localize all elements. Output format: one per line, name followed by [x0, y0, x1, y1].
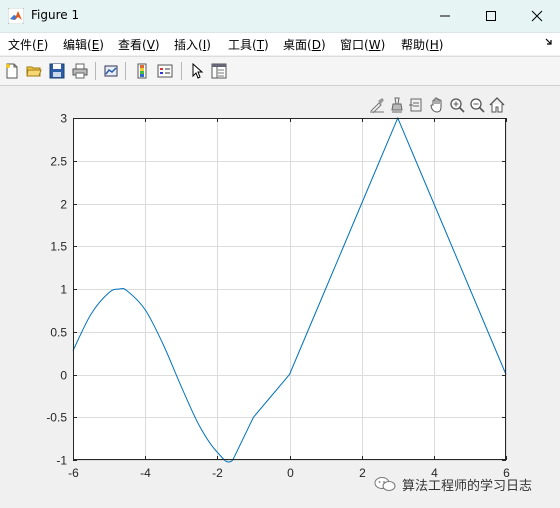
pan-button[interactable] — [428, 96, 446, 114]
y-tick-label: -1 — [56, 454, 67, 468]
save-axes-button[interactable] — [407, 96, 425, 114]
data-tips-button[interactable] — [388, 96, 406, 114]
y-tick-label: 1 — [60, 283, 67, 297]
brush-icon — [370, 98, 384, 113]
hand-pan-icon — [430, 97, 442, 113]
y-tick-label: 2.5 — [50, 155, 67, 169]
zoom-in-icon — [450, 98, 465, 113]
home-icon — [489, 97, 505, 113]
zoom-out-icon — [470, 98, 485, 113]
restore-view-button[interactable] — [488, 96, 506, 114]
y-tick-label: 2 — [60, 198, 67, 212]
brush-data-button[interactable] — [368, 96, 386, 114]
watermark: 算法工程师的学习日志 — [374, 474, 532, 494]
zoom-in-button[interactable] — [448, 96, 466, 114]
y-tick-label: 3 — [60, 112, 67, 126]
x-tick-label: 2 — [359, 466, 366, 480]
x-tick-label: 0 — [287, 466, 294, 480]
wechat-icon — [374, 477, 396, 491]
x-tick-label: -2 — [212, 466, 223, 480]
y-tick-label: 0 — [60, 369, 67, 383]
y-tick-label: 1.5 — [50, 240, 67, 254]
export-icon — [409, 98, 422, 112]
y-tick-label: 0.5 — [50, 326, 67, 340]
y-tick-label: -0.5 — [46, 411, 67, 425]
line-chart: -6 -4 -2 0 2 4 6-1-0.500.511.522.53 — [46, 112, 510, 481]
x-tick-label: -4 — [140, 466, 151, 480]
watermark-text: 算法工程师的学习日志 — [402, 478, 533, 494]
zoom-out-button[interactable] — [468, 96, 486, 114]
x-tick-label: -6 — [68, 466, 79, 480]
data-tip-icon — [391, 97, 403, 113]
